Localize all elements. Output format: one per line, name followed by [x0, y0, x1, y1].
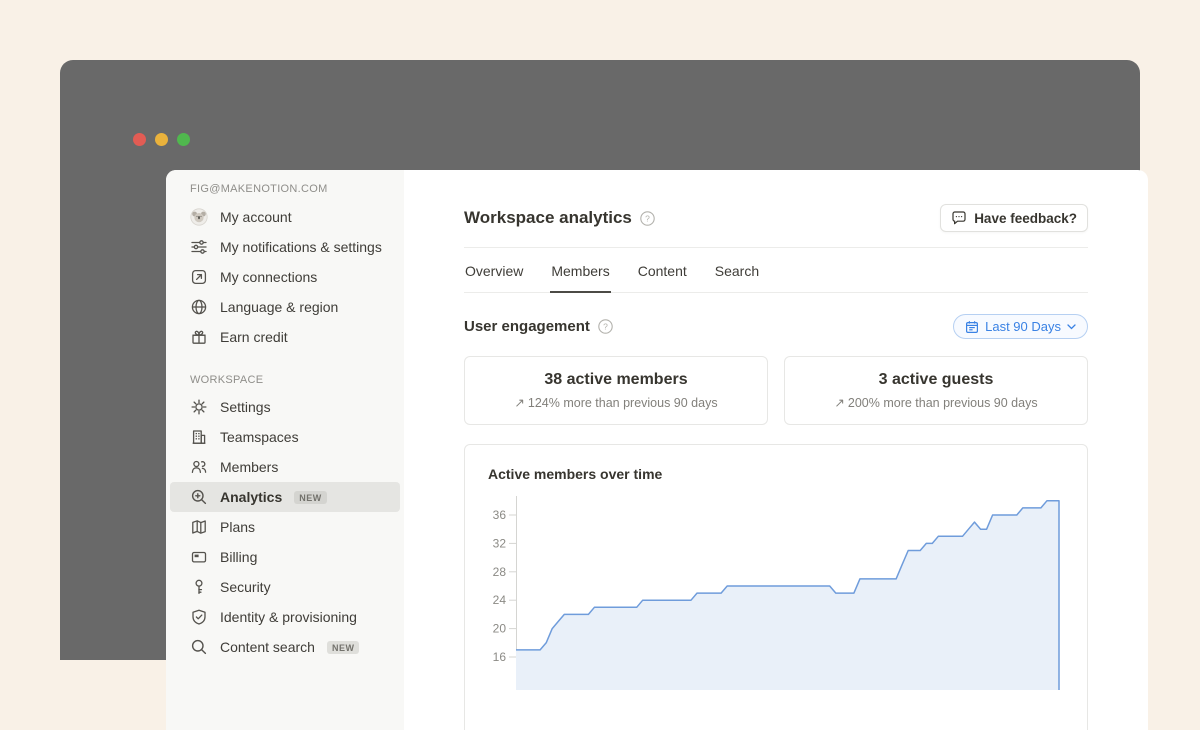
date-range-label: Last 90 Days: [985, 319, 1061, 334]
sidebar-item-security[interactable]: Security: [166, 572, 404, 602]
sidebar-item-my-account[interactable]: My account: [166, 202, 404, 232]
sidebar-item-settings[interactable]: Settings: [166, 392, 404, 422]
stat-delta: ↗124% more than previous 90 days: [475, 394, 757, 412]
sidebar-item-label: My notifications & settings: [220, 237, 382, 257]
zoom-window-button[interactable]: [177, 133, 190, 146]
help-icon[interactable]: ?: [598, 319, 613, 334]
gear-icon: [190, 398, 208, 416]
minimize-window-button[interactable]: [155, 133, 168, 146]
sidebar-item-analytics[interactable]: Analytics NEW: [170, 482, 400, 512]
svg-text:32: 32: [493, 536, 507, 550]
sidebar-item-billing[interactable]: Billing: [166, 542, 404, 572]
people-icon: [190, 458, 208, 476]
trend-up-icon: ↗: [834, 396, 844, 410]
sidebar-item-my-connections[interactable]: My connections: [166, 262, 404, 292]
sidebar-item-plans[interactable]: Plans: [166, 512, 404, 542]
shield-check-icon: [190, 608, 208, 626]
active-members-chart-card: Active members over time 16 20 24 28 32 36: [464, 444, 1088, 730]
settings-sidebar: FIG@MAKENOTION.COM My account My noti: [166, 170, 404, 730]
account-avatar-icon: [190, 208, 208, 226]
analytics-tabs: Overview Members Content Search: [464, 248, 1088, 293]
sidebar-item-label: Plans: [220, 517, 255, 537]
sidebar-item-label: Teamspaces: [220, 427, 299, 447]
app-window: FIG@MAKENOTION.COM My account My noti: [60, 60, 1140, 660]
arrow-up-right-box-icon: [190, 268, 208, 286]
trend-up-icon: ↗: [514, 396, 524, 410]
chart-title: Active members over time: [488, 466, 1064, 482]
user-engagement-heading: User engagement: [464, 318, 590, 335]
settings-modal: FIG@MAKENOTION.COM My account My noti: [166, 170, 1148, 730]
sidebar-item-notifications-settings[interactable]: My notifications & settings: [166, 232, 404, 262]
sidebar-item-label: My connections: [220, 267, 317, 287]
sidebar-item-teamspaces[interactable]: Teamspaces: [166, 422, 404, 452]
svg-text:28: 28: [493, 565, 507, 579]
workspace-section-label: WORKSPACE: [190, 374, 404, 386]
globe-icon: [190, 298, 208, 316]
sidebar-item-label: My account: [220, 207, 292, 227]
feedback-button-label: Have feedback?: [974, 211, 1077, 226]
account-email-label: FIG@MAKENOTION.COM: [190, 183, 404, 195]
magnifier-icon: [190, 638, 208, 656]
tab-members[interactable]: Members: [550, 248, 610, 293]
svg-text:?: ?: [645, 213, 650, 223]
date-range-dropdown[interactable]: Last 90 Days: [953, 314, 1088, 339]
page-title: Workspace analytics: [464, 205, 632, 231]
svg-text:16: 16: [493, 650, 507, 664]
key-icon: [190, 578, 208, 596]
chevron-down-icon: [1067, 324, 1076, 330]
svg-text:20: 20: [493, 622, 507, 636]
tab-overview[interactable]: Overview: [464, 248, 524, 293]
tab-search[interactable]: Search: [714, 248, 760, 293]
sidebar-item-label: Analytics: [220, 487, 282, 507]
new-badge: NEW: [294, 491, 327, 504]
active-guests-stat-card: 3 active guests ↗200% more than previous…: [784, 356, 1088, 425]
sidebar-item-earn-credit[interactable]: Earn credit: [166, 322, 404, 352]
have-feedback-button[interactable]: Have feedback?: [940, 204, 1088, 232]
help-icon[interactable]: ?: [640, 211, 655, 226]
analytics-main-pane: Workspace analytics ? Have feedback?: [404, 170, 1148, 730]
sidebar-item-label: Identity & provisioning: [220, 607, 357, 627]
svg-text:24: 24: [493, 593, 507, 607]
svg-text:?: ?: [603, 321, 608, 331]
sidebar-item-content-search[interactable]: Content search NEW: [166, 632, 404, 662]
sidebar-item-label: Security: [220, 577, 271, 597]
tab-content[interactable]: Content: [637, 248, 688, 293]
stat-delta: ↗200% more than previous 90 days: [795, 394, 1077, 412]
map-icon: [190, 518, 208, 536]
gift-icon: [190, 328, 208, 346]
building-icon: [190, 428, 208, 446]
calendar-icon: [965, 320, 979, 334]
sidebar-item-identity-provisioning[interactable]: Identity & provisioning: [166, 602, 404, 632]
magnifier-plus-icon: [190, 488, 208, 506]
new-badge: NEW: [327, 641, 360, 654]
sidebar-item-label: Members: [220, 457, 278, 477]
sliders-icon: [190, 238, 208, 256]
stat-value: 3 active guests: [795, 369, 1077, 391]
sidebar-item-label: Billing: [220, 547, 257, 567]
sidebar-item-label: Content search: [220, 637, 315, 657]
sidebar-item-label: Language & region: [220, 297, 338, 317]
sidebar-item-label: Earn credit: [220, 327, 288, 347]
credit-card-icon: [190, 548, 208, 566]
window-controls: [133, 133, 190, 146]
svg-text:36: 36: [493, 508, 507, 522]
active-members-stat-card: 38 active members ↗124% more than previo…: [464, 356, 768, 425]
stat-value: 38 active members: [475, 369, 757, 391]
sidebar-item-members[interactable]: Members: [166, 452, 404, 482]
close-window-button[interactable]: [133, 133, 146, 146]
sidebar-item-language-region[interactable]: Language & region: [166, 292, 404, 322]
active-members-area-chart: 16 20 24 28 32 36: [488, 490, 1063, 690]
speech-bubble-icon: [951, 210, 967, 226]
sidebar-item-label: Settings: [220, 397, 271, 417]
